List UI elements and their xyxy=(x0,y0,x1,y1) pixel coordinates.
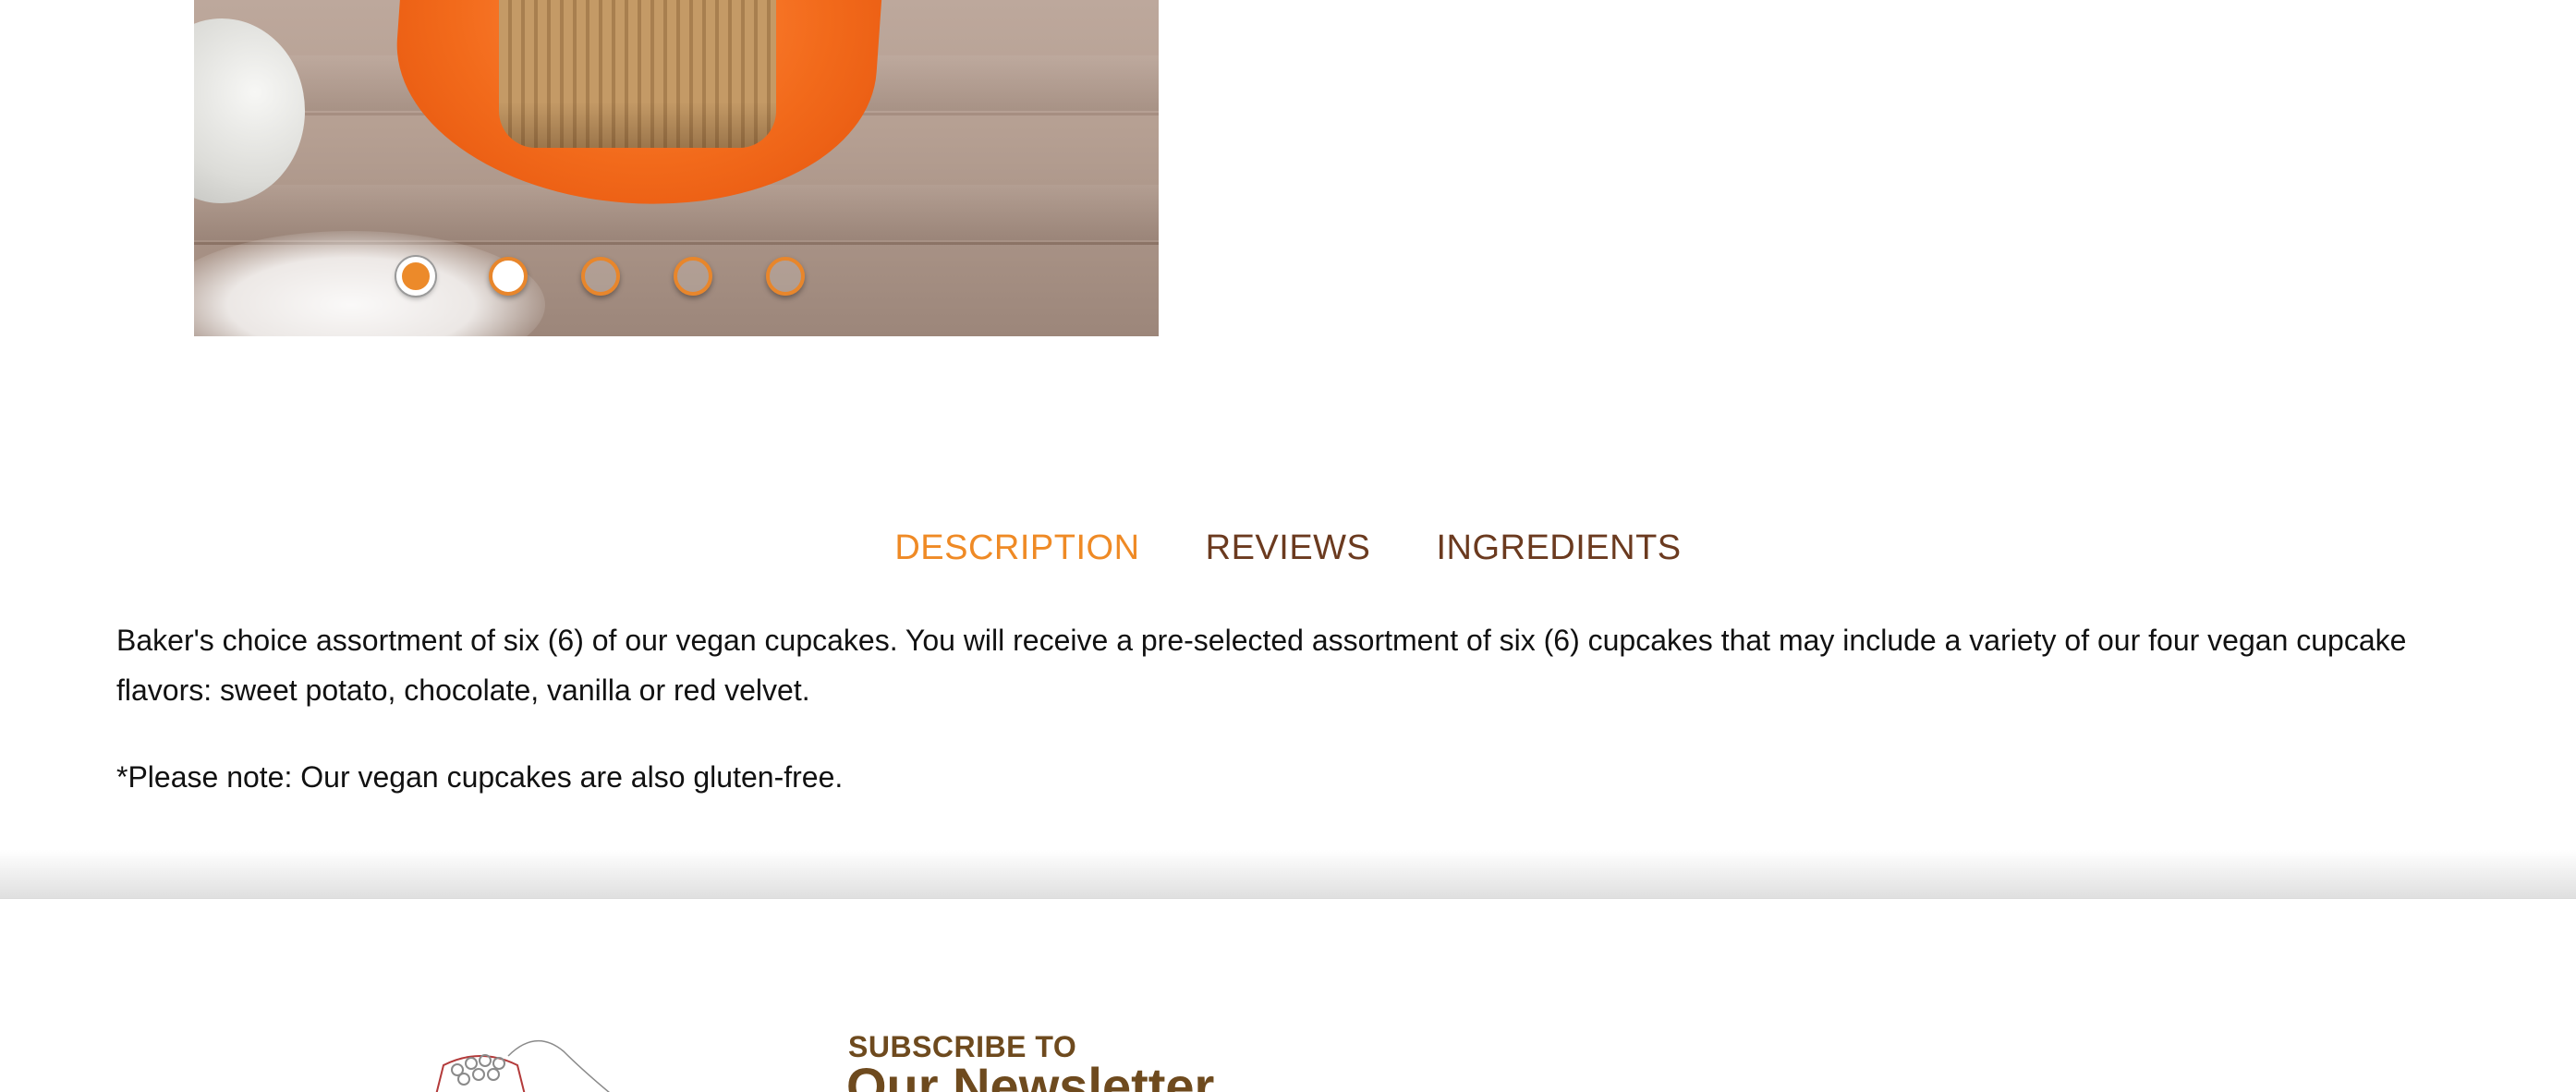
product-image-gallery[interactable] xyxy=(194,0,1159,336)
footer: SUBSCRIBE TO Our Newsletter xyxy=(0,898,2576,1092)
carousel-dot-5[interactable] xyxy=(766,257,805,296)
product-page: DESCRIPTION REVIEWS INGREDIENTS Baker's … xyxy=(0,0,2576,1092)
product-description: Baker's choice assortment of six (6) of … xyxy=(116,615,2408,839)
carousel-pagination xyxy=(194,0,1159,336)
footer-shadow xyxy=(0,850,2576,898)
product-tabs: DESCRIPTION REVIEWS INGREDIENTS xyxy=(0,528,2576,568)
carousel-dot-4[interactable] xyxy=(674,257,712,296)
cupcake-sketch-icon xyxy=(435,1039,610,1092)
tab-ingredients[interactable]: INGREDIENTS xyxy=(1436,528,1681,568)
carousel-dot-3[interactable] xyxy=(581,257,620,296)
carousel-dot-2[interactable] xyxy=(489,257,528,296)
description-paragraph: Baker's choice assortment of six (6) of … xyxy=(116,624,2407,707)
tab-description[interactable]: DESCRIPTION xyxy=(894,528,1139,568)
newsletter-title: Our Newsletter xyxy=(846,1057,1215,1092)
gluten-free-note: *Please note: Our vegan cupcakes are als… xyxy=(116,760,844,794)
carousel-dot-1[interactable] xyxy=(396,257,435,296)
tab-reviews[interactable]: REVIEWS xyxy=(1206,528,1371,568)
